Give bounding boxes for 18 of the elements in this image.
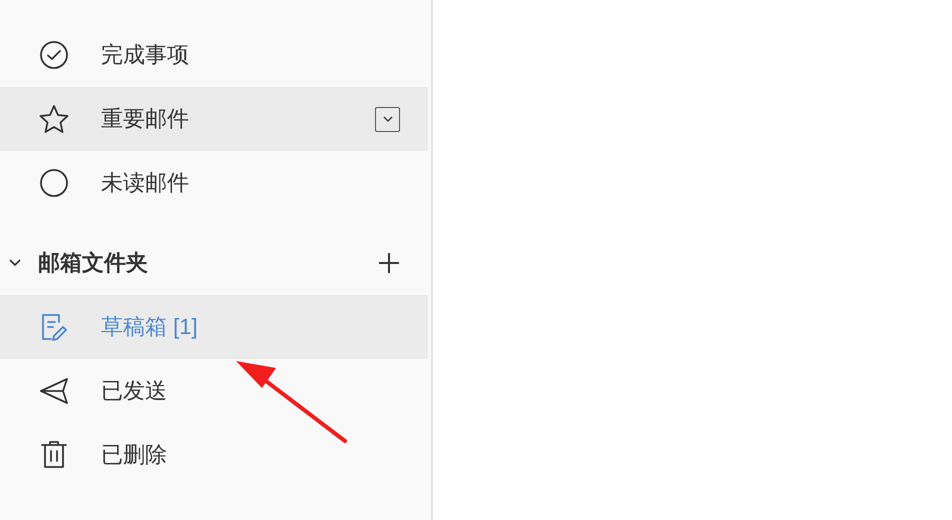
folder-label: 已删除 (101, 444, 167, 466)
folder-item[interactable]: 重要邮件 (0, 87, 428, 151)
circle-icon (39, 168, 69, 198)
folder-label: 草稿箱 [1] (101, 316, 198, 338)
paper-plane-icon (38, 376, 70, 406)
folder-label: 重要邮件 (101, 108, 189, 130)
section-title: 邮箱文件夹 (38, 252, 148, 274)
star-icon (38, 104, 70, 134)
chevron-down-icon (382, 116, 392, 122)
draft-edit-icon (39, 312, 69, 342)
folder-label: 完成事项 (101, 44, 189, 66)
dropdown-button[interactable] (375, 106, 400, 132)
add-icon[interactable] (378, 252, 400, 274)
folder-label: 已发送 (101, 380, 167, 402)
folder-label: 未读邮件 (101, 172, 189, 194)
chevron-icon[interactable] (8, 258, 22, 268)
checkmark-circle-icon (39, 40, 69, 70)
trash-icon (39, 440, 69, 470)
